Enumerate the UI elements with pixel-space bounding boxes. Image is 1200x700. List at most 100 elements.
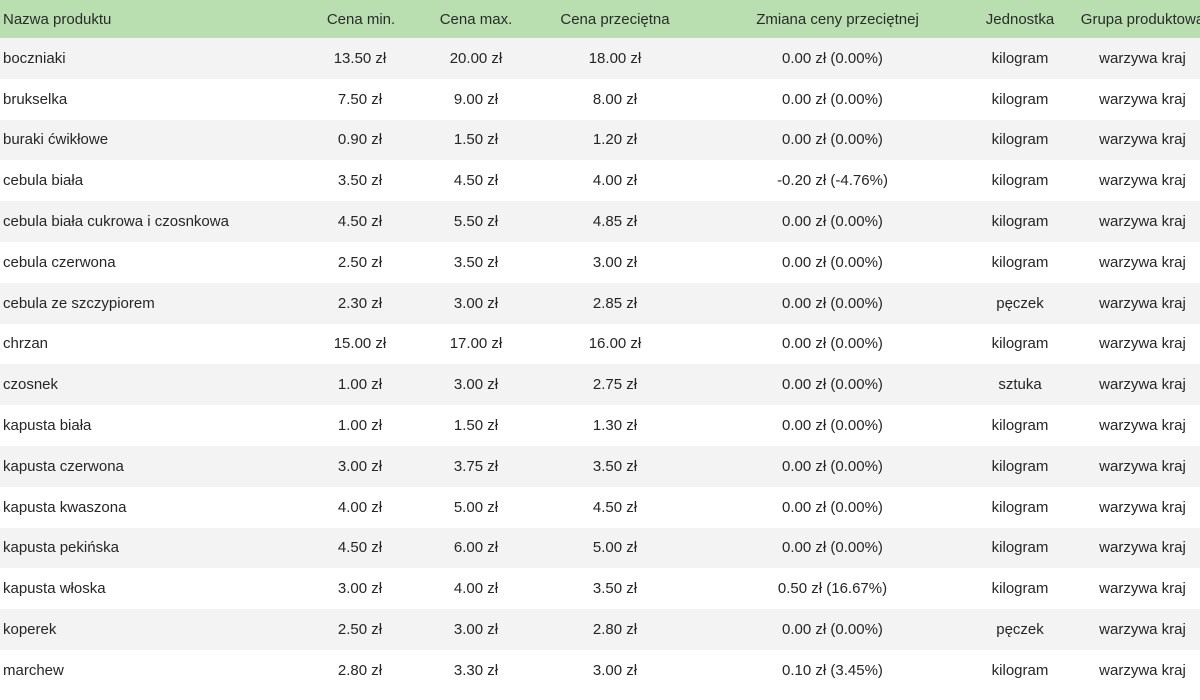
cell-average-price: 1.20 zł [592, 131, 638, 149]
cell-average-price: 2.85 zł [592, 294, 638, 312]
cell-max-price: 3.50 zł [453, 253, 499, 271]
cell-unit: kilogram [991, 131, 1049, 149]
cell-product-group: warzywa kraj [1099, 335, 1186, 353]
cell-min-price: 2.30 zł [337, 294, 383, 312]
column-header-unit[interactable]: Jednostka [970, 0, 1070, 38]
cell-product-group: warzywa kraj [1099, 376, 1186, 394]
table-row: marchew 2.80 zł 3.30 zł 3.00 zł 0.10 zł (3.4… [0, 649, 1200, 691]
table-row: cebula czerwona 2.50 zł 3.50 zł 3.00 zł 0.00… [0, 241, 1200, 283]
cell-product-group: warzywa kraj [1099, 172, 1186, 190]
cell-unit: kilogram [991, 661, 1049, 679]
cell-unit: kilogram [991, 172, 1049, 190]
cell-product-name: kapusta włoska [3, 580, 106, 598]
cell-product-name: kapusta czerwona [3, 457, 124, 475]
table-row: kapusta czerwona 3.00 zł 3.75 zł 3.50 zł 0.0… [0, 445, 1200, 487]
cell-unit: kilogram [991, 498, 1049, 516]
cell-product-name: czosnek [3, 376, 59, 394]
column-header-price-change[interactable]: Zmiana ceny przeciętnej [695, 0, 970, 38]
cell-product-group: warzywa kraj [1099, 49, 1186, 67]
cell-price-change: 0.00 zł (0.00%) [782, 294, 883, 312]
column-header-max-price[interactable]: Cena max. [417, 0, 535, 38]
cell-min-price: 1.00 zł [337, 376, 383, 394]
cell-price-change: 0.00 zł (0.00%) [782, 621, 883, 639]
cell-min-price: 4.00 zł [337, 498, 383, 516]
table-row: kapusta biała 1.00 zł 1.50 zł 1.30 zł 0.00 z… [0, 405, 1200, 446]
cell-max-price: 9.00 zł [453, 90, 499, 108]
cell-price-change: 0.10 zł (3.45%) [782, 661, 883, 679]
cell-price-change: 0.00 zł (0.00%) [782, 49, 883, 67]
cell-min-price: 4.50 zł [337, 539, 383, 557]
cell-product-group: warzywa kraj [1099, 457, 1186, 475]
cell-product-group: warzywa kraj [1099, 417, 1186, 435]
cell-max-price: 4.50 zł [453, 172, 499, 190]
cell-product-group: warzywa kraj [1099, 253, 1186, 271]
cell-min-price: 4.50 zł [337, 213, 383, 231]
column-header-min-price[interactable]: Cena min. [303, 0, 417, 38]
cell-max-price: 20.00 zł [449, 49, 503, 67]
cell-product-name: chrzan [3, 335, 49, 353]
cell-product-group: warzywa kraj [1099, 580, 1186, 598]
column-header-product-group[interactable]: Grupa produktowa [1070, 0, 1200, 38]
cell-product-group: warzywa kraj [1099, 131, 1186, 149]
cell-unit: kilogram [991, 539, 1049, 557]
cell-min-price: 3.50 zł [337, 172, 383, 190]
table-row: cebula ze szczypiorem 2.30 zł 3.00 zł 2.85 … [0, 282, 1200, 324]
cell-min-price: 3.00 zł [337, 457, 383, 475]
cell-product-name: cebula biała [3, 172, 84, 190]
cell-price-change: 0.00 zł (0.00%) [782, 213, 883, 231]
cell-min-price: 3.00 zł [337, 580, 383, 598]
cell-average-price: 8.00 zł [592, 90, 638, 108]
cell-max-price: 1.50 zł [453, 131, 499, 149]
cell-unit: pęczek [996, 294, 1044, 312]
cell-product-group: warzywa kraj [1099, 294, 1186, 312]
cell-max-price: 4.00 zł [453, 580, 499, 598]
cell-max-price: 6.00 zł [453, 539, 499, 557]
cell-average-price: 2.80 zł [592, 621, 638, 639]
cell-unit: kilogram [991, 580, 1049, 598]
cell-max-price: 1.50 zł [453, 417, 499, 435]
table-row: kapusta kwaszona 4.00 zł 5.00 zł 4.50 zł 0.0… [0, 486, 1200, 528]
column-header-name[interactable]: Nazwa produktu [0, 0, 303, 38]
cell-max-price: 3.30 zł [453, 661, 499, 679]
table-row: buraki ćwikłowe 0.90 zł 1.50 zł 1.20 zł 0.00… [0, 119, 1200, 161]
table-body: boczniaki 13.50 zł 20.00 zł 18.00 zł 0.00 zł… [0, 38, 1200, 691]
cell-product-group: warzywa kraj [1099, 539, 1186, 557]
cell-product-group: warzywa kraj [1099, 90, 1186, 108]
cell-average-price: 4.85 zł [592, 213, 638, 231]
cell-product-name: buraki ćwikłowe [3, 131, 109, 149]
cell-unit: sztuka [998, 376, 1042, 394]
cell-max-price: 5.50 zł [453, 213, 499, 231]
cell-average-price: 3.50 zł [592, 457, 638, 475]
cell-max-price: 3.00 zł [453, 294, 499, 312]
cell-min-price: 2.80 zł [337, 661, 383, 679]
table-header: Nazwa produktu Cena min. Cena max. Cena … [0, 0, 1200, 38]
cell-product-name: cebula ze szczypiorem [3, 294, 155, 312]
cell-max-price: 17.00 zł [449, 335, 503, 353]
table-row: brukselka 7.50 zł 9.00 zł 8.00 zł 0.00 zł (0… [0, 78, 1200, 120]
cell-max-price: 5.00 zł [453, 498, 499, 516]
table-row: boczniaki 13.50 zł 20.00 zł 18.00 zł 0.00 zł… [0, 38, 1200, 79]
cell-unit: kilogram [991, 253, 1049, 271]
cell-average-price: 18.00 zł [588, 49, 642, 67]
cell-product-group: warzywa kraj [1099, 213, 1186, 231]
cell-price-change: -0.20 zł (-4.76%) [777, 172, 888, 190]
cell-average-price: 4.50 zł [592, 498, 638, 516]
price-table: Nazwa produktu Cena min. Cena max. Cena … [0, 0, 1200, 691]
table-row: cebula biała 3.50 zł 4.50 zł 4.00 zł -0.20 z… [0, 160, 1200, 202]
cell-min-price: 0.90 zł [337, 131, 383, 149]
header-row: Nazwa produktu Cena min. Cena max. Cena … [0, 0, 1200, 38]
table-row: kapusta włoska 3.00 zł 4.00 zł 3.50 zł 0.50 … [0, 568, 1200, 610]
cell-price-change: 0.00 zł (0.00%) [782, 539, 883, 557]
cell-unit: kilogram [991, 49, 1049, 67]
cell-product-group: warzywa kraj [1099, 498, 1186, 516]
cell-average-price: 3.50 zł [592, 580, 638, 598]
cell-max-price: 3.00 zł [453, 376, 499, 394]
table-row: kapusta pekińska 4.50 zł 6.00 zł 5.00 zł 0.0… [0, 527, 1200, 569]
table-row: koperek 2.50 zł 3.00 zł 2.80 zł 0.00 zł (0.0… [0, 609, 1200, 650]
column-header-average-price[interactable]: Cena przeciętna [535, 0, 695, 38]
cell-min-price: 15.00 zł [333, 335, 387, 353]
cell-price-change: 0.00 zł (0.00%) [782, 131, 883, 149]
cell-min-price: 13.50 zł [333, 49, 387, 67]
cell-min-price: 1.00 zł [337, 417, 383, 435]
table-row: czosnek 1.00 zł 3.00 zł 2.75 zł 0.00 zł (0.0… [0, 364, 1200, 406]
